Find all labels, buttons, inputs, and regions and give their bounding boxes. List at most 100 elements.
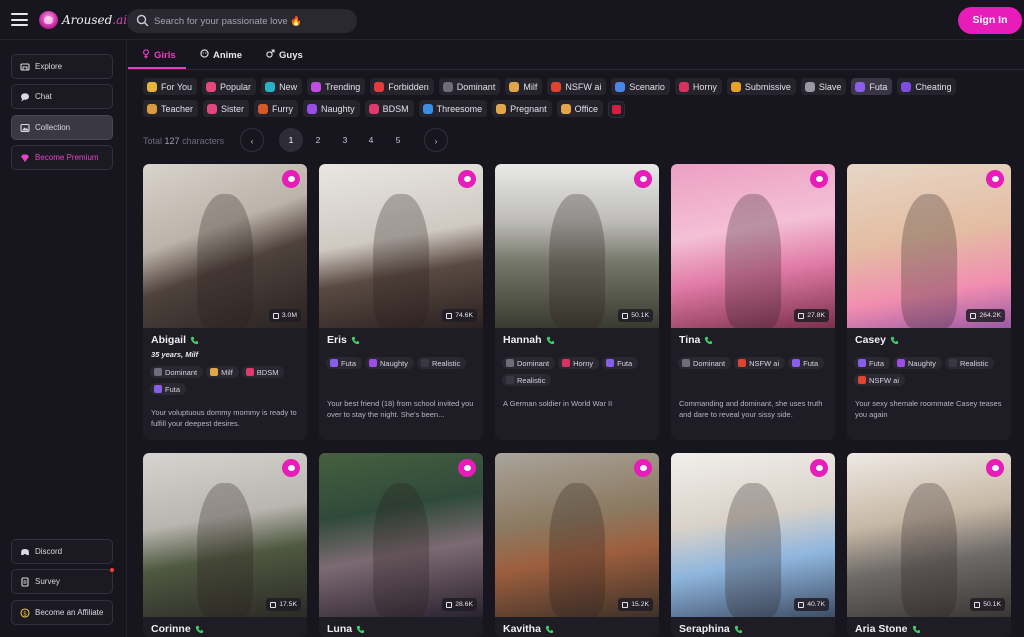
category-chip-slave[interactable]: Slave: [800, 78, 847, 95]
category-chip-nsfw-ai[interactable]: NSFW ai: [547, 78, 607, 95]
character-image[interactable]: 40.7K: [671, 453, 835, 617]
chat-icon[interactable]: [810, 170, 828, 188]
category-chip-horny[interactable]: Horny: [674, 78, 722, 95]
character-card[interactable]: 40.7K Seraphina: [671, 453, 835, 637]
category-chip-trending[interactable]: Trending: [307, 78, 366, 95]
character-image[interactable]: 27.8K: [671, 164, 835, 328]
page-2-button[interactable]: 2: [306, 128, 330, 152]
chat-icon[interactable]: [458, 170, 476, 188]
tag-label: Futa: [341, 358, 357, 368]
category-chip-furry[interactable]: Furry: [254, 100, 299, 117]
sidebar-item-collection[interactable]: Collection: [11, 115, 113, 140]
character-image[interactable]: 50.1K: [495, 164, 659, 328]
character-name-text: Luna: [327, 623, 353, 635]
next-page-button[interactable]: ›: [424, 128, 448, 152]
character-name-text: Eris: [327, 334, 347, 346]
character-card[interactable]: 27.8K Tina Dominant NSFW ai Futa Commanding a…: [671, 164, 835, 440]
character-image[interactable]: 3.0M: [143, 164, 307, 328]
sidebar-item-become-premium[interactable]: Become Premium: [11, 145, 113, 170]
character-card[interactable]: 50.1K Aria Stone: [847, 453, 1011, 637]
chat-count-badge: 40.7K: [794, 598, 829, 611]
character-image[interactable]: 15.2K: [495, 453, 659, 617]
character-silhouette: [549, 193, 605, 328]
category-chip-dominant[interactable]: Dominant: [438, 78, 501, 95]
chat-icon[interactable]: [810, 459, 828, 477]
prev-page-button[interactable]: ‹: [240, 128, 264, 152]
chat-count-badge: 50.1K: [618, 309, 653, 322]
chat-icon[interactable]: [986, 170, 1004, 188]
sidebar: Explore Chat Collection Become Premium D…: [0, 40, 127, 637]
category-chip-teacher[interactable]: Teacher: [143, 100, 199, 117]
chip-label: Forbidden: [388, 81, 429, 92]
category-chip-milf[interactable]: Milf: [505, 78, 543, 95]
menu-icon[interactable]: [11, 13, 28, 26]
more-categories-button[interactable]: [608, 100, 625, 118]
character-image[interactable]: 17.5K: [143, 453, 307, 617]
page-1-button[interactable]: 1: [279, 128, 303, 152]
character-name: Eris: [327, 334, 360, 346]
category-chip-naughty[interactable]: Naughty: [303, 100, 360, 117]
tag-label: NSFW ai: [749, 358, 780, 368]
character-card[interactable]: 15.2K Kavitha: [495, 453, 659, 637]
logo[interactable]: Aroused.ai: [39, 11, 127, 29]
category-chip-scenario[interactable]: Scenario: [611, 78, 670, 95]
notification-dot: [110, 568, 114, 572]
page-5-button[interactable]: 5: [386, 128, 410, 152]
chat-count: 50.1K: [983, 601, 1001, 608]
character-name-text: Tina: [679, 334, 701, 346]
sidebar-item-survey[interactable]: Survey: [11, 568, 114, 594]
tag-label: Milf: [221, 367, 233, 377]
search-bar[interactable]: [127, 9, 357, 33]
character-image[interactable]: 28.6K: [319, 453, 483, 617]
page-4-button[interactable]: 4: [359, 128, 383, 152]
character-card[interactable]: 74.6K Eris Futa Naughty Realistic Your best f…: [319, 164, 483, 440]
character-name: Seraphina: [679, 623, 743, 635]
chat-icon[interactable]: [634, 170, 652, 188]
character-card[interactable]: 28.6K Luna: [319, 453, 483, 637]
page-3-button[interactable]: 3: [333, 128, 357, 152]
category-chip-forbidden[interactable]: Forbidden: [370, 78, 434, 95]
category-chip-new[interactable]: New: [261, 78, 303, 95]
character-card[interactable]: 17.5K Corinne: [143, 453, 307, 637]
category-chip-bdsm[interactable]: BDSM: [364, 100, 414, 117]
tag-nsfw-ai: NSFW ai: [854, 374, 905, 386]
chat-icon[interactable]: [986, 459, 1004, 477]
character-name: Aria Stone: [855, 623, 921, 635]
tag-futa: Futa: [602, 357, 639, 369]
tag-label: Dominant: [693, 358, 726, 368]
tab-anime[interactable]: Anime: [200, 49, 242, 61]
category-chip-office[interactable]: Office: [556, 100, 603, 117]
character-image[interactable]: 50.1K: [847, 453, 1011, 617]
message-count-icon: [446, 312, 453, 319]
character-card[interactable]: 264.2K Casey Futa Naughty Realistic NSFW ai Yo…: [847, 164, 1011, 440]
category-chip-popular[interactable]: Popular: [202, 78, 257, 95]
category-chip-threesome[interactable]: Threesome: [418, 100, 488, 117]
tab-girls[interactable]: Girls: [142, 49, 176, 62]
sidebar-item-chat[interactable]: Chat: [11, 84, 113, 109]
character-card[interactable]: 50.1K Hannah Dominant Horny Futa Realistic A G…: [495, 164, 659, 440]
category-chip-futa[interactable]: Futa: [851, 78, 893, 95]
category-chip-submissive[interactable]: Submissive: [726, 78, 796, 95]
chip-label: Furry: [272, 103, 294, 114]
search-input[interactable]: [154, 14, 349, 28]
character-image[interactable]: 74.6K: [319, 164, 483, 328]
character-image[interactable]: 264.2K: [847, 164, 1011, 328]
more-icon: [612, 104, 621, 114]
tab-guys[interactable]: Guys: [266, 49, 303, 61]
sidebar-item-explore[interactable]: Explore: [11, 54, 113, 79]
tag-naughty: Naughty: [365, 357, 414, 369]
chat-icon[interactable]: [634, 459, 652, 477]
character-card[interactable]: 3.0M Abigail 35 years, Milf Dominant Milf BDS…: [143, 164, 307, 440]
category-chip-for-you[interactable]: For You: [143, 78, 198, 95]
category-chip-pregnant[interactable]: Pregnant: [492, 100, 552, 117]
futa-icon: [855, 81, 866, 92]
sidebar-item-discord[interactable]: Discord: [11, 539, 113, 564]
category-chip-sister[interactable]: Sister: [203, 100, 250, 117]
sidebar-item-affiliate[interactable]: $ Become an Affiliate: [11, 600, 113, 625]
category-chip-cheating[interactable]: Cheating: [897, 78, 957, 95]
chat-icon[interactable]: [458, 459, 476, 477]
futa-icon: [606, 359, 615, 367]
chat-icon[interactable]: [282, 459, 300, 477]
chat-icon[interactable]: [282, 170, 300, 188]
sign-in-button[interactable]: Sign In: [958, 7, 1022, 34]
